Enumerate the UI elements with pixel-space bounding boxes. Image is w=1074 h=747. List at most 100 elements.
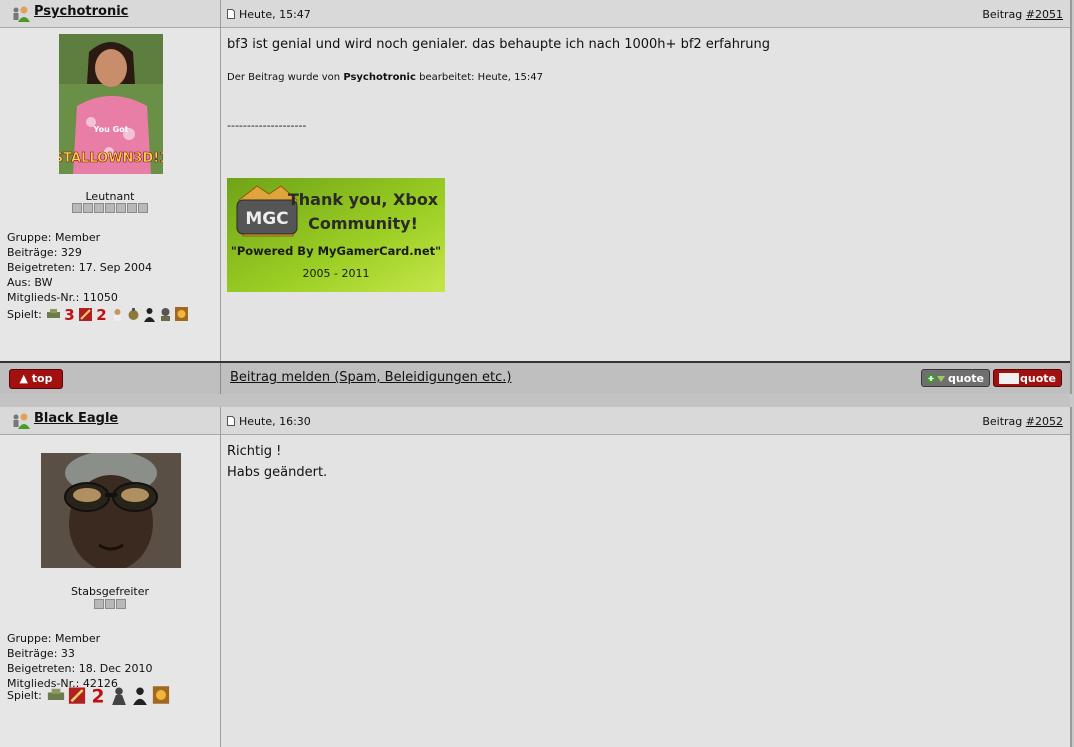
post-number: Beitrag #2051 [982,8,1063,21]
game-icon: 2 [91,687,104,706]
post-time: Heute, 15:47 [239,8,311,21]
rank-pip [93,203,104,213]
post-permalink[interactable]: #2051 [1026,8,1063,21]
svg-text:3: 3 [64,306,74,322]
user-online-icon [13,413,30,429]
post-message-line: Habs geändert. [227,465,328,480]
game-icon [113,309,121,321]
game-icon [133,687,147,705]
post-label: Beitrag [982,8,1023,21]
user-details: Gruppe: Member Beiträge: 329 Beigetreten… [7,230,152,305]
game-icon: 3 [64,306,74,322]
game-icon [160,308,170,321]
user-location: Aus: BW [7,276,53,289]
game-icon [152,686,169,704]
username-link[interactable]: Black Eagle [34,411,118,426]
rank-pip [93,599,104,609]
rank-pip [115,599,126,609]
post-author-header: Psychotronic [0,0,221,28]
edit-note-user: Psychotronic [343,72,416,83]
post-meta-header: Heute, 15:47 Beitrag #2051 [221,0,1070,28]
post-permalink[interactable]: #2052 [1026,415,1063,428]
forum-post: Black Eagle Heute, 16:30 Beitrag #2052 S… [0,407,1072,747]
signature-divider: -------------------- [227,119,307,132]
game-icon [143,308,155,322]
user-post-count: Beiträge: 33 [7,647,75,660]
game-icon [128,308,139,320]
played-games: Spielt: 2 [7,685,171,705]
multi-quote-label: quote [948,372,984,385]
action-bar-divider [220,363,221,394]
user-details: Gruppe: Member Beiträge: 33 Beigetreten:… [7,631,153,691]
rank-pip [71,203,82,213]
avatar-caption-top: You Got [93,125,129,134]
author-sidebar: You Got STALLOWN3D!1 Leutnant Gruppe: Me… [0,28,221,361]
post-separator [0,394,1070,408]
banner-line-2: Community! [308,214,418,233]
avatar-caption-bottom: STALLOWN3D!1 [59,151,163,166]
rank-pip [104,599,115,609]
rank-pip [104,203,115,213]
banner-line-1: Thank you, Xbox [288,190,439,209]
played-games: Spielt: 3 2 [7,306,189,322]
avatar [41,453,181,568]
rank-pip [126,203,137,213]
forum-post: Psychotronic Heute, 15:47 Beitrag #2051 … [0,0,1072,396]
back-to-top-button[interactable]: ▲ top [9,369,63,389]
game-icon [174,307,188,321]
username-link[interactable]: Psychotronic [34,4,128,19]
post-body: bf3 ist genial und wird noch genialer. d… [221,28,1070,361]
report-post-link[interactable]: Beitrag melden (Spam, Beleidigungen etc.… [230,370,512,385]
avatar: You Got STALLOWN3D!1 [59,34,163,174]
user-rank: Leutnant [85,190,135,203]
game-icon [47,688,64,700]
rank-pips [0,599,220,612]
up-arrow-icon: ▲ [19,372,28,385]
post-document-icon [227,9,235,19]
quote-button[interactable]: quote [993,369,1062,387]
game-icon [46,309,60,318]
post-action-bar: ▲ top Beitrag melden (Spam, Beleidigunge… [0,361,1070,396]
post-document-icon [227,416,235,426]
multi-quote-button[interactable]: quote [921,369,990,387]
post-time: Heute, 16:30 [239,415,311,428]
game-icon [78,308,92,321]
banner-line-4: 2005 - 2011 [303,267,370,280]
post-label: Beitrag [982,415,1023,428]
user-joined: Beigetreten: 17. Sep 2004 [7,261,152,274]
post-message: Richtig ! Habs geändert. [227,435,1064,483]
edit-note-prefix: Der Beitrag wurde von [227,72,341,83]
user-group: Gruppe: Member [7,231,101,244]
rank-pip [82,203,93,213]
quote-bubble-icon [999,373,1019,384]
game-icon: 2 [96,306,106,322]
svg-text:2: 2 [96,306,106,322]
user-rank: Stabsgefreiter [70,585,150,598]
user-post-count: Beiträge: 329 [7,246,82,259]
post-number: Beitrag #2052 [982,415,1063,428]
author-sidebar: Stabsgefreiter Gruppe: Member Beiträge: … [0,435,221,747]
user-member-number: Mitglieds-Nr.: 11050 [7,291,118,304]
edit-note-suffix: bearbeitet: Heute, 15:47 [419,72,543,83]
user-joined: Beigetreten: 18. Dec 2010 [7,662,153,675]
multi-quote-plus-icon [926,374,945,383]
signature-banner[interactable]: MGC Thank you, Xbox Community! "Powered … [227,178,445,292]
quote-label: quote [1020,372,1056,385]
user-online-icon [13,6,30,22]
user-group: Gruppe: Member [7,632,101,645]
rank-pips [0,203,220,216]
post-message: bf3 ist genial und wird noch genialer. d… [227,37,771,52]
banner-logo: MGC [245,209,288,229]
rank-pip [115,203,126,213]
game-icon [68,687,85,704]
svg-text:2: 2 [91,687,104,706]
post-message-line: Richtig ! [227,444,282,459]
post-body: Richtig ! Habs geändert. [221,435,1070,747]
post-author-header: Black Eagle [0,407,221,435]
banner-line-3: "Powered By MyGamerCard.net" [231,244,441,258]
plays-label: Spielt: [7,688,42,702]
game-icon [112,687,126,705]
plays-label: Spielt: [7,307,42,321]
post-meta-header: Heute, 16:30 Beitrag #2052 [221,407,1070,435]
rank-pip [137,203,148,213]
